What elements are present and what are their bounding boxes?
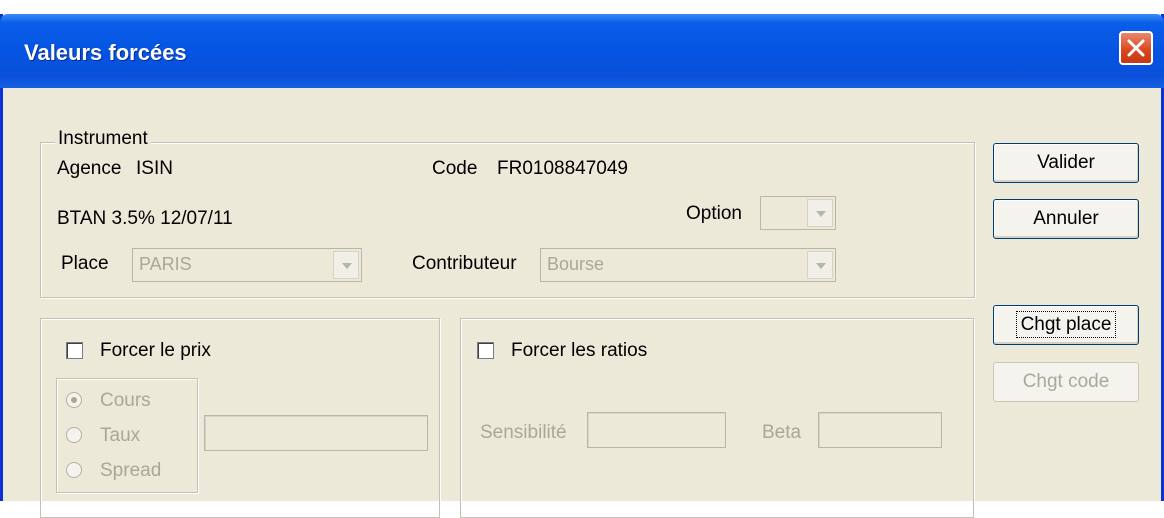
code-label: Code	[432, 158, 478, 179]
agence-label: Agence	[57, 158, 122, 179]
close-button[interactable]	[1119, 31, 1153, 65]
chevron-down-icon[interactable]	[807, 199, 833, 227]
valider-label: Valider	[1037, 152, 1095, 173]
chevron-down-icon[interactable]	[807, 251, 833, 279]
chgt-place-button[interactable]: Chgt place	[993, 305, 1139, 345]
chgt-place-label: Chgt place	[1015, 311, 1117, 338]
forcer-prix-label: Forcer le prix	[100, 340, 211, 361]
forcer-ratios-label: Forcer les ratios	[511, 340, 648, 361]
chevron-down-icon[interactable]	[333, 251, 359, 279]
option-select[interactable]	[760, 196, 836, 230]
valider-button[interactable]: Valider	[993, 143, 1139, 183]
sensibilite-input[interactable]	[587, 412, 726, 448]
place-label: Place	[61, 253, 109, 274]
radio-cours[interactable]	[66, 392, 82, 408]
radio-spread[interactable]	[66, 462, 82, 478]
chgt-code-label: Chgt code	[1022, 371, 1110, 392]
prix-value-input[interactable]	[204, 415, 428, 451]
forcer-ratios-checkbox[interactable]	[477, 342, 494, 359]
agence-value: ISIN	[136, 158, 173, 179]
contributeur-select[interactable]: Bourse	[540, 248, 836, 282]
contributeur-label: Contributeur	[412, 253, 517, 274]
place-value: PARIS	[139, 254, 192, 274]
beta-label: Beta	[762, 422, 802, 443]
code-value: FR0108847049	[497, 158, 628, 179]
radio-taux[interactable]	[66, 427, 82, 443]
instrument-legend: Instrument	[55, 128, 151, 150]
close-icon	[1127, 39, 1145, 57]
option-label: Option	[686, 203, 742, 224]
sensibilite-label: Sensibilité	[480, 422, 567, 443]
place-select[interactable]: PARIS	[132, 248, 362, 282]
window-title: Valeurs forcées	[24, 40, 187, 65]
instrument-description: BTAN 3.5% 12/07/11	[57, 208, 233, 229]
annuler-button[interactable]: Annuler	[993, 199, 1139, 239]
annuler-label: Annuler	[1033, 208, 1099, 229]
radio-spread-label: Spread	[100, 460, 162, 481]
radio-cours-label: Cours	[100, 390, 151, 411]
chgt-code-button[interactable]: Chgt code	[993, 362, 1139, 402]
contributeur-value: Bourse	[547, 254, 605, 274]
beta-input[interactable]	[818, 412, 942, 448]
forcer-prix-checkbox[interactable]	[66, 342, 83, 359]
radio-taux-label: Taux	[100, 425, 141, 446]
